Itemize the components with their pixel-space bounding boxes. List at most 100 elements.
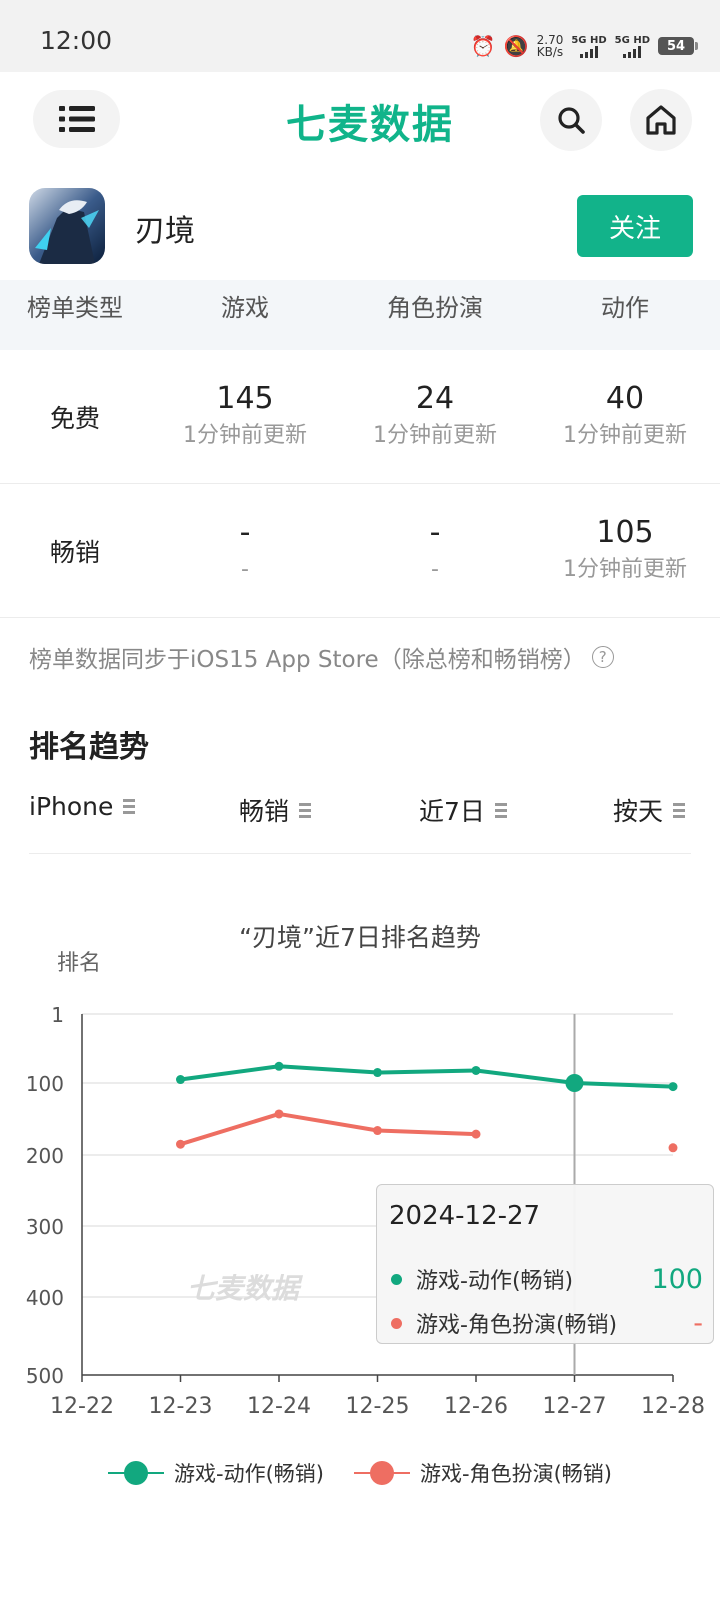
rank-cell[interactable]: 105 1分钟前更新: [563, 514, 687, 586]
x-tick-label: 12-26: [444, 1394, 508, 1419]
tooltip-date: 2024-12-27: [389, 1201, 541, 1231]
data-point: [176, 1075, 185, 1085]
tooltip-label: 游戏-角色扮演(畅销): [416, 1313, 618, 1338]
sim1-label: 5G HD: [571, 34, 607, 46]
legend-label: 游戏-动作(畅销): [174, 1462, 324, 1486]
rank-value: -: [239, 515, 251, 550]
data-point: [274, 1061, 284, 1071]
filter-row: iPhone 畅销 近7日 按天: [29, 792, 691, 854]
search-icon: [558, 107, 585, 134]
data-point: [471, 1065, 481, 1075]
legend-item-rpg[interactable]: 游戏-角色扮演(畅销): [354, 1458, 612, 1488]
filter-lines-icon: [299, 802, 312, 818]
net-speed-unit: KB/s: [536, 45, 564, 59]
section-title: 排名趋势: [29, 730, 149, 765]
chart-watermark: 七麦数据: [187, 1272, 304, 1305]
rank-cell[interactable]: - -: [430, 514, 441, 586]
series-line-segment: [277, 1111, 380, 1133]
data-point: [274, 1109, 284, 1119]
y-tick-label: 100: [26, 1072, 64, 1096]
rank-row-free: 免费 145 1分钟前更新 24 1分钟前更新 40 1分钟前更新: [0, 350, 720, 484]
rank-header-type: 榜单类型: [27, 294, 123, 322]
filter-chart-type[interactable]: 畅销: [239, 792, 312, 828]
x-tick-label: 12-22: [50, 1394, 114, 1419]
help-icon[interactable]: ?: [591, 646, 614, 668]
rank-cell[interactable]: 145 1分钟前更新: [183, 380, 307, 452]
y-tick-label: 1: [51, 1003, 64, 1027]
sync-note-text: 榜单数据同步于iOS15 App Store（除总榜和畅销榜）: [29, 647, 586, 673]
filter-lines-icon: [494, 802, 507, 818]
series-line-segment: [375, 1068, 478, 1075]
follow-button[interactable]: 关注: [577, 195, 693, 257]
tooltip-value: 100: [651, 1263, 703, 1295]
status-icons: ⏰ 🔕 2.70 KB/s 5G HD 5G HD 54: [470, 28, 698, 64]
menu-button[interactable]: [33, 90, 120, 148]
filter-granularity-label: 按天: [613, 797, 664, 826]
series-line-segment: [474, 1068, 577, 1085]
home-button[interactable]: [630, 89, 692, 151]
chart-tooltip: 2024-12-27 游戏-动作(畅销) 100 游戏-角色扮演(畅销) -: [376, 1184, 714, 1344]
rank-row-grossing: 畅销 - - - - 105 1分钟前更新: [0, 484, 720, 618]
tooltip-value: -: [693, 1307, 703, 1339]
legend-marker-icon: [354, 1461, 410, 1485]
y-axis-label: 排名: [57, 951, 101, 976]
rank-header-game: 游戏: [221, 294, 269, 322]
rank-table-header: 榜单类型 游戏 角色扮演 动作: [0, 280, 720, 350]
app-icon: [29, 188, 105, 264]
rank-header-action: 动作: [601, 294, 649, 322]
net-speed: 2.70 KB/s: [537, 34, 564, 58]
rank-cell[interactable]: 24 1分钟前更新: [373, 380, 497, 452]
signal-sim2-icon: 5G HD: [615, 35, 650, 58]
filter-device-label: iPhone: [29, 792, 114, 821]
rank-updated: 1分钟前更新: [563, 423, 687, 448]
rank-updated: -: [431, 557, 439, 582]
data-point: [373, 1126, 382, 1136]
brand-logo[interactable]: 七麦数据: [280, 92, 460, 150]
rank-cell[interactable]: 40 1分钟前更新: [563, 380, 687, 452]
sim2-label: 5G HD: [614, 34, 650, 46]
legend-item-action[interactable]: 游戏-动作(畅销): [108, 1458, 324, 1488]
rank-updated: 1分钟前更新: [183, 423, 307, 448]
row-label: 免费: [49, 403, 101, 433]
filter-lines-icon: [673, 802, 686, 818]
x-tick-label: 12-27: [543, 1394, 607, 1419]
rank-value: -: [429, 515, 441, 550]
rank-updated: 1分钟前更新: [563, 557, 687, 582]
chart-legend: 游戏-动作(畅销) 游戏-角色扮演(畅销): [0, 1458, 720, 1488]
series-dot-icon: [391, 1317, 402, 1329]
rank-header-rpg: 角色扮演: [387, 294, 483, 322]
filter-granularity[interactable]: 按天: [613, 792, 686, 828]
status-bar: 12:00 ⏰ 🔕 2.70 KB/s 5G HD 5G HD 54: [0, 0, 720, 72]
series-line-segment: [178, 1064, 281, 1082]
rank-value: 40: [605, 381, 645, 416]
rank-trend-chart[interactable]: 排名 1 100 200 300 400 500 12-22 12-23 12-24 12-25 12…: [0, 940, 720, 1420]
mute-icon: 🔕: [503, 34, 529, 58]
filter-device[interactable]: iPhone: [29, 792, 136, 821]
rank-updated: 1分钟前更新: [373, 423, 497, 448]
series-line-segment: [178, 1111, 281, 1147]
legend-marker-icon: [108, 1461, 165, 1485]
signal-sim1-icon: 5G HD: [571, 34, 607, 58]
x-tick-label: 12-24: [247, 1394, 311, 1419]
data-point: [471, 1129, 481, 1139]
legend-label: 游戏-角色扮演(畅销): [420, 1462, 612, 1486]
y-tick-label: 300: [26, 1215, 64, 1239]
series-dot-icon: [391, 1273, 402, 1285]
rank-value: 145: [216, 381, 274, 416]
rank-value: 24: [415, 381, 455, 416]
y-tick-label: 400: [26, 1286, 64, 1310]
data-point: [176, 1139, 185, 1149]
data-point: [668, 1082, 678, 1092]
y-tick-label: 200: [26, 1144, 64, 1168]
tooltip-row: 游戏-动作(畅销) 100: [391, 1263, 703, 1295]
x-tick-label: 12-23: [149, 1394, 213, 1419]
tooltip-row: 游戏-角色扮演(畅销) -: [391, 1307, 703, 1339]
filter-period[interactable]: 近7日: [419, 792, 507, 828]
search-button[interactable]: [540, 89, 602, 151]
home-icon: [646, 105, 676, 135]
series-line-segment: [277, 1064, 380, 1075]
alarm-icon: ⏰: [470, 34, 496, 58]
status-time: 12:00: [40, 26, 113, 55]
battery-icon: 54: [658, 37, 698, 55]
rank-cell[interactable]: - -: [240, 514, 251, 586]
